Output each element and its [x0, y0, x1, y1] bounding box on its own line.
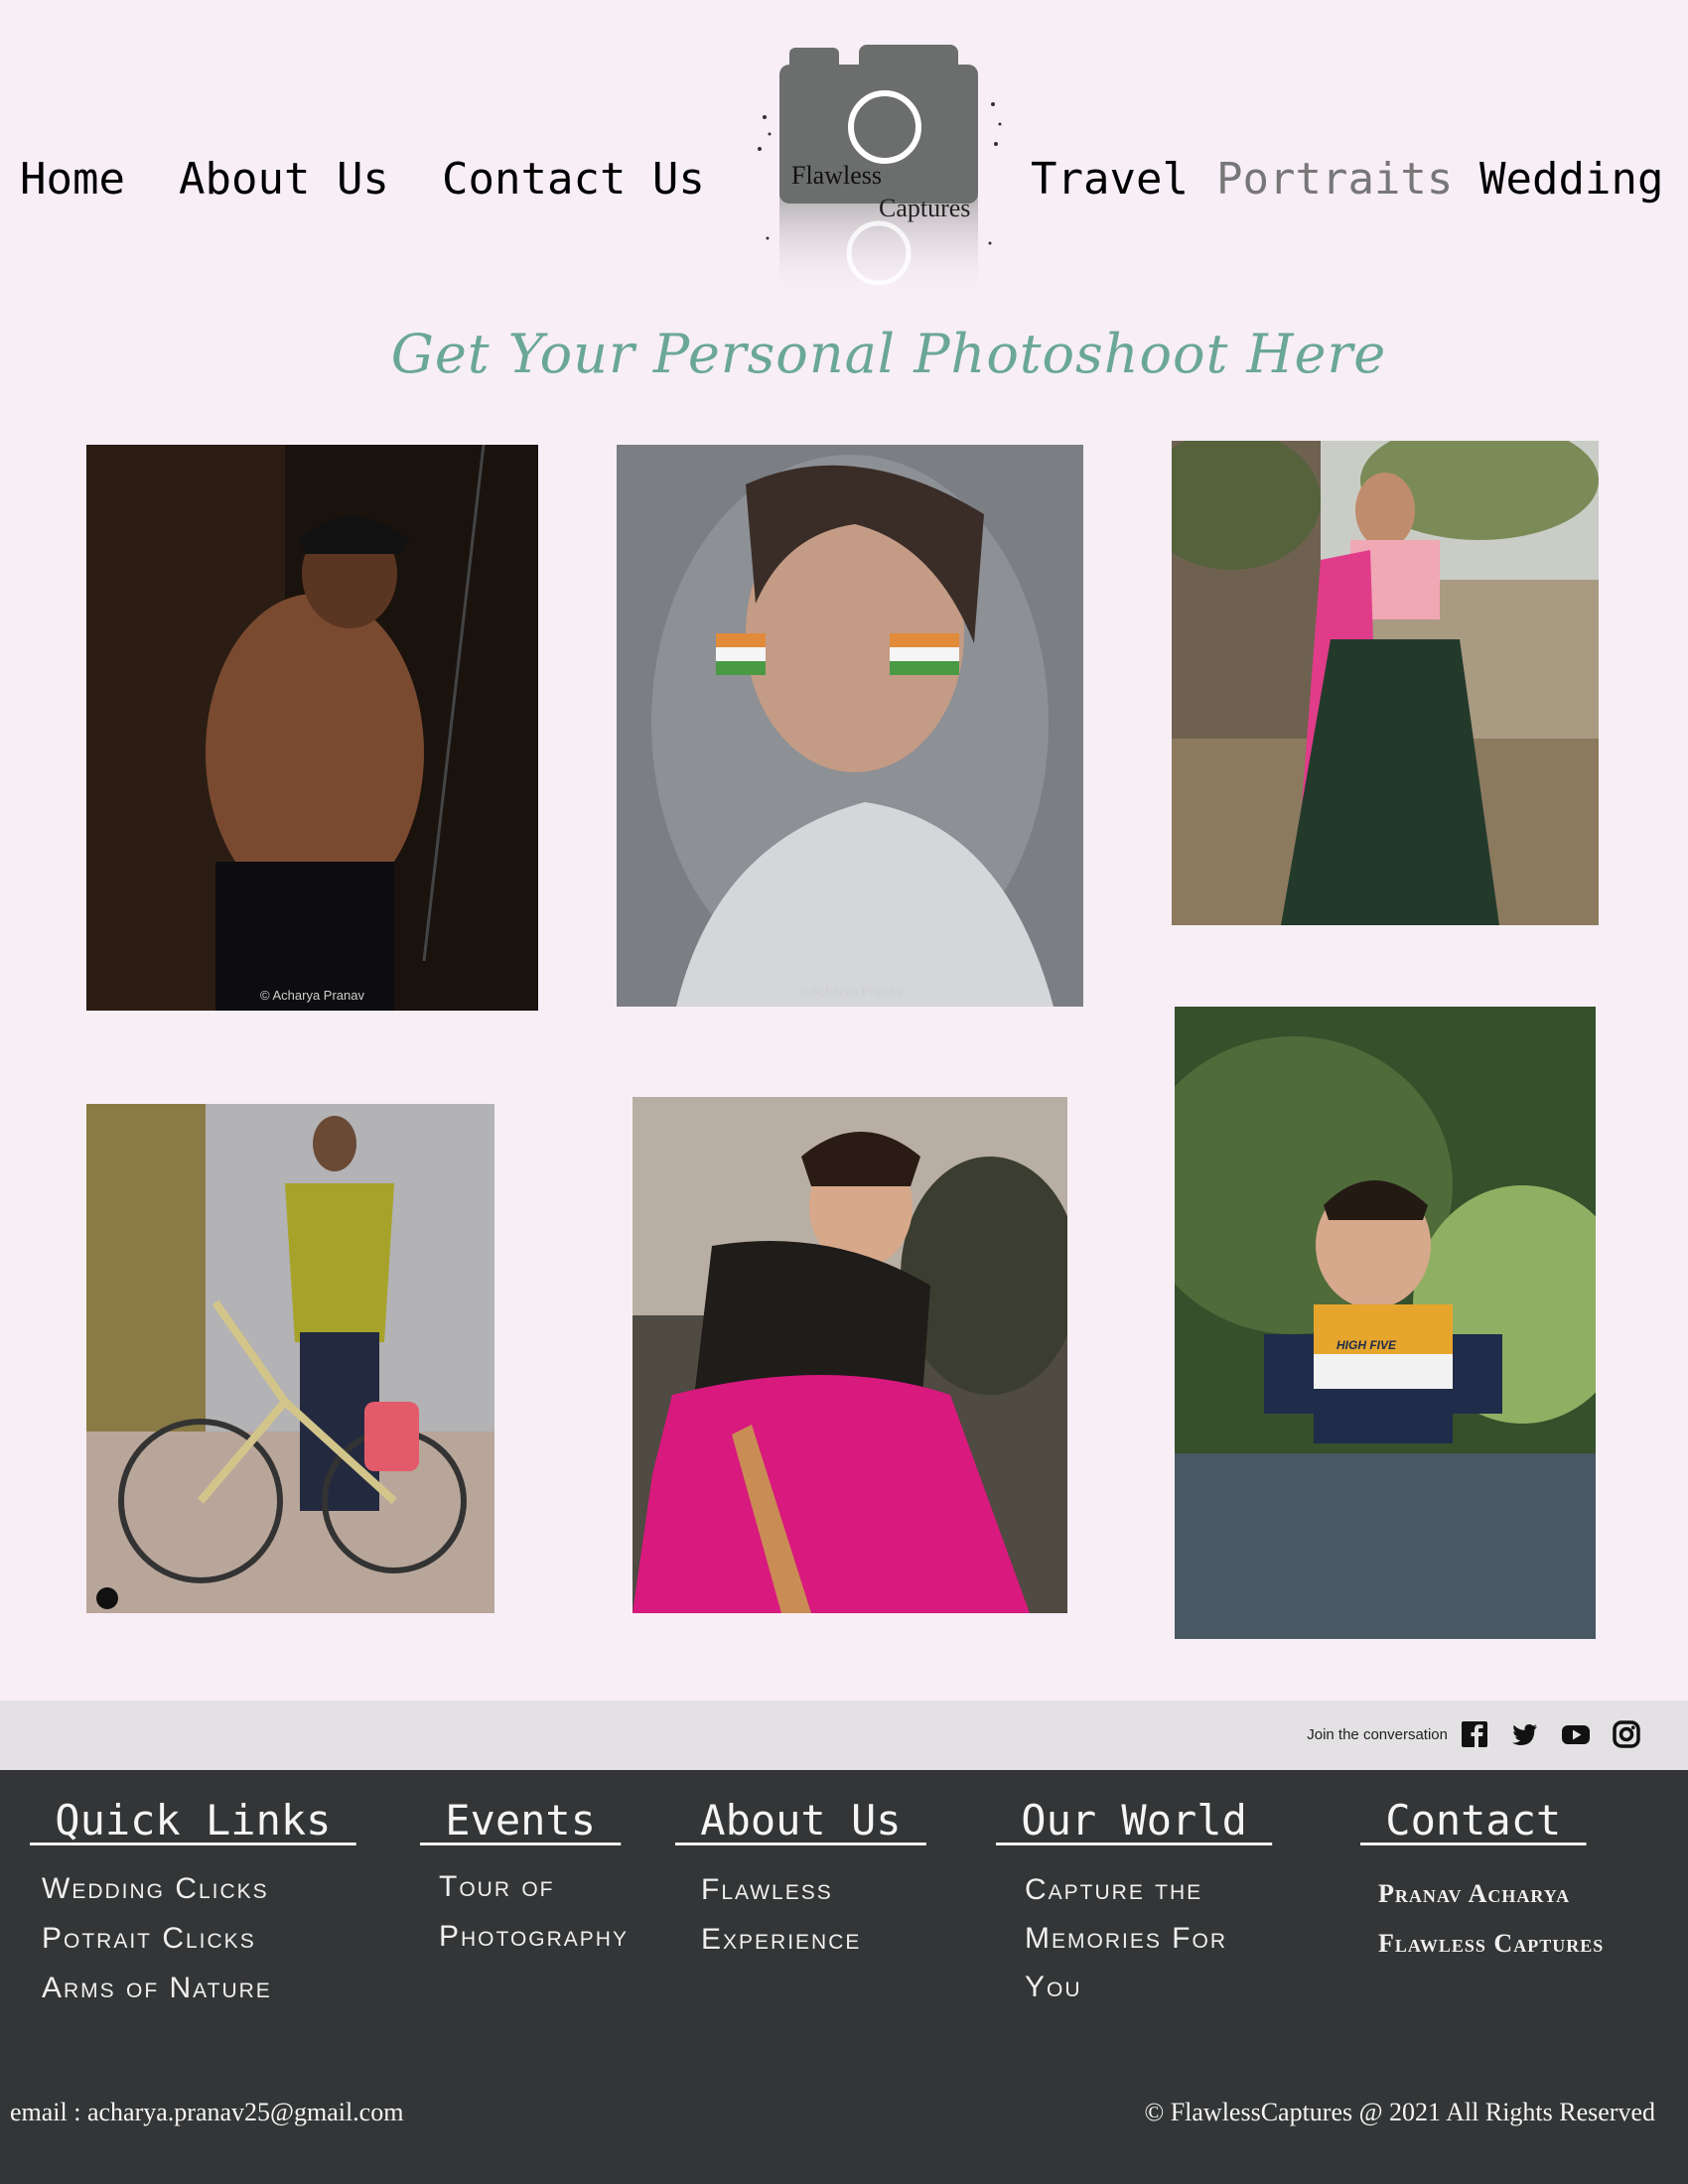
youtube-icon[interactable] [1561, 1719, 1591, 1749]
photo-lehenga-woman[interactable] [1172, 441, 1599, 925]
photo-bicycle-woman[interactable] [86, 1104, 494, 1613]
footer: Quick Links Wedding Clicks Potrait Click… [0, 1770, 1688, 2184]
page-headline: Get Your Personal Photoshoot Here [390, 323, 1387, 385]
footer-link-experience[interactable]: Experience [701, 1923, 861, 1957]
photo-saree-woman[interactable] [633, 1097, 1067, 1613]
nav-wedding[interactable]: Wedding [1479, 154, 1663, 205]
logo-text-captures: Captures [879, 194, 971, 222]
facebook-icon[interactable] [1460, 1719, 1489, 1749]
join-conversation-label: Join the conversation [1307, 1726, 1448, 1743]
footer-heading-about-us: About Us [675, 1796, 926, 1844]
footer-link-potrait-clicks[interactable]: Potrait Clicks [42, 1922, 256, 1956]
footer-link-memories-for[interactable]: Memories For [1025, 1922, 1227, 1956]
footer-heading-quick-links: Quick Links [30, 1796, 356, 1844]
footer-contact-company: Flawless Captures [1378, 1929, 1605, 1958]
footer-link-photography[interactable]: Photography [439, 1920, 629, 1954]
nav-about-us[interactable]: About Us [179, 154, 389, 205]
nav-home[interactable]: Home [20, 154, 125, 205]
footer-link-wedding-clicks[interactable]: Wedding Clicks [42, 1872, 269, 1906]
nav-travel[interactable]: Travel [1031, 154, 1189, 205]
nav-contact-us[interactable]: Contact Us [442, 154, 705, 205]
footer-link-tour-of[interactable]: Tour of [439, 1870, 555, 1904]
twitter-icon[interactable] [1509, 1719, 1539, 1749]
photo-face-paint[interactable]: © Acharya Pranav [617, 445, 1083, 1007]
camera-logo-icon[interactable]: Flawless Captures [750, 40, 1018, 298]
footer-link-flawless[interactable]: Flawless [701, 1873, 833, 1907]
logo-text-flawless: Flawless [791, 161, 882, 190]
photo-watermark: © Acharya Pranav [797, 984, 903, 999]
footer-copyright: © FlawlessCaptures @ 2021 All Rights Res… [1144, 2098, 1655, 2126]
footer-heading-our-world: Our World [996, 1796, 1273, 1844]
footer-heading-events: Events [420, 1796, 622, 1844]
footer-link-you[interactable]: You [1025, 1971, 1082, 2004]
footer-heading-contact: Contact [1360, 1796, 1587, 1844]
photo-baby[interactable]: HIGH FIVE [1175, 1007, 1596, 1639]
instagram-icon[interactable] [1612, 1719, 1641, 1749]
nav-portraits[interactable]: Portraits [1216, 154, 1453, 205]
social-bar: Join the conversation [0, 1701, 1688, 1770]
photo-gym-man[interactable]: © Acharya Pranav [86, 445, 538, 1011]
shirt-text: HIGH FIVE [1336, 1338, 1397, 1352]
footer-link-arms-of-nature[interactable]: Arms of Nature [42, 1972, 272, 2005]
footer-contact-name: Pranav Acharya [1378, 1879, 1571, 1908]
footer-email[interactable]: email : acharya.pranav25@gmail.com [10, 2098, 403, 2127]
footer-link-capture-the[interactable]: Capture the [1025, 1873, 1202, 1907]
photo-watermark: © Acharya Pranav [260, 988, 364, 1003]
